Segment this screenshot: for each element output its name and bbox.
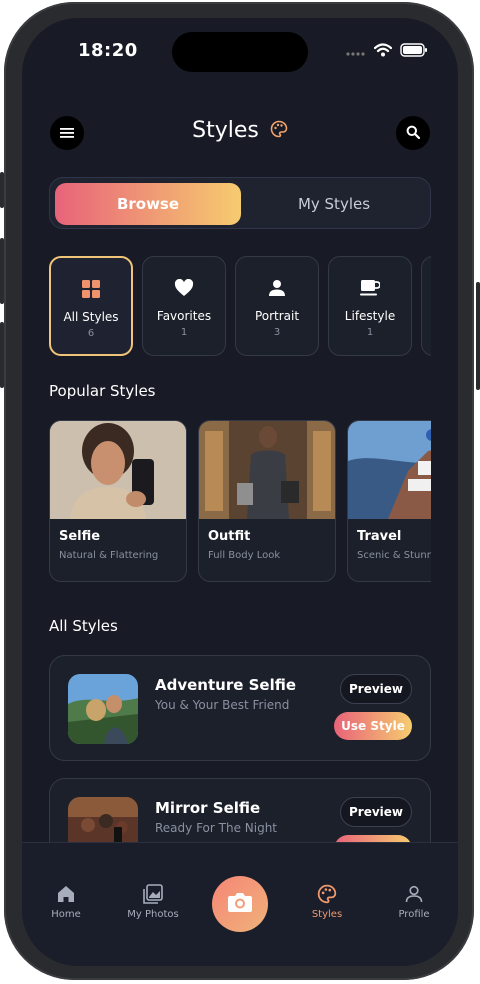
camera-icon xyxy=(227,891,253,917)
popular-styles-carousel: Selfie Natural & Flattering Outfit Full … xyxy=(49,420,431,582)
travel-image xyxy=(348,421,431,519)
style-card-subtitle: You & Your Best Friend xyxy=(155,698,290,712)
search-icon xyxy=(406,124,421,143)
mute-switch xyxy=(0,172,4,208)
style-card-title: Adventure Selfie xyxy=(155,676,297,694)
popular-card-title: Selfie xyxy=(59,529,101,544)
category-favorites[interactable]: Favorites 1 xyxy=(142,256,226,356)
volume-down-button xyxy=(0,322,4,388)
tab-home[interactable]: Home xyxy=(31,883,101,920)
category-label: Favorites xyxy=(156,309,212,323)
tab-browse[interactable]: Browse xyxy=(55,183,241,225)
tab-label: Profile xyxy=(398,909,430,920)
category-count: 6 xyxy=(87,328,95,339)
grid-icon xyxy=(51,276,131,302)
popular-card-selfie[interactable]: Selfie Natural & Flattering xyxy=(49,420,187,582)
person-icon xyxy=(379,883,449,905)
tab-my-styles[interactable]: My Styles xyxy=(241,183,427,225)
app-screen: 18:20 Styles Browse My Styles All Styles… xyxy=(22,18,458,966)
bottom-tab-bar: Home My Photos Styles Profile xyxy=(22,842,458,966)
category-count: 1 xyxy=(366,327,374,338)
adventure-selfie-thumbnail xyxy=(68,674,138,744)
page-title: Styles xyxy=(192,118,259,143)
all-styles-heading: All Styles xyxy=(49,617,118,635)
signal-icon xyxy=(346,42,366,61)
style-card-adventure-selfie[interactable]: Adventure Selfie You & Your Best Friend … xyxy=(49,655,431,761)
category-label: Portrait xyxy=(254,309,300,323)
status-time: 18:20 xyxy=(78,40,138,61)
category-portrait[interactable]: Portrait 3 xyxy=(235,256,319,356)
status-indicators xyxy=(346,42,428,61)
popular-card-title: Outfit xyxy=(208,529,251,544)
palette-icon xyxy=(270,119,288,144)
volume-up-button xyxy=(0,238,4,304)
preview-button[interactable]: Preview xyxy=(340,797,412,827)
wifi-icon xyxy=(373,42,393,61)
photos-icon xyxy=(118,883,188,905)
dynamic-island xyxy=(172,32,308,72)
tab-label: Home xyxy=(51,909,81,920)
palette-icon xyxy=(292,883,362,905)
page-title-wrap: Styles xyxy=(22,118,458,144)
use-style-button[interactable]: Use Style xyxy=(334,712,412,740)
category-label: Lifestyle xyxy=(344,309,396,323)
tab-label: Styles xyxy=(311,909,343,920)
category-all-styles[interactable]: All Styles 6 xyxy=(49,256,133,356)
preview-button[interactable]: Preview xyxy=(340,674,412,704)
heart-icon xyxy=(143,275,225,301)
style-card-subtitle: Ready For The Night xyxy=(155,821,278,835)
popular-card-subtitle: Natural & Flattering xyxy=(59,550,159,561)
camera-button[interactable] xyxy=(212,876,268,932)
style-card-title: Mirror Selfie xyxy=(155,799,261,817)
outfit-image xyxy=(199,421,335,519)
tab-profile[interactable]: Profile xyxy=(379,883,449,920)
category-label: All Styles xyxy=(63,310,119,324)
person-icon xyxy=(236,275,318,301)
popular-card-title: Travel xyxy=(357,529,402,544)
category-lifestyle[interactable]: Lifestyle 1 xyxy=(328,256,412,356)
tab-my-photos[interactable]: My Photos xyxy=(118,883,188,920)
category-count: 3 xyxy=(273,327,281,338)
selfie-image xyxy=(50,421,186,519)
category-count: 1 xyxy=(180,327,188,338)
view-toggle: Browse My Styles xyxy=(49,177,431,229)
search-button[interactable] xyxy=(396,116,430,150)
category-chips: All Styles 6 Favorites 1 Portrait 3 Life… xyxy=(49,256,431,356)
popular-card-outfit[interactable]: Outfit Full Body Look xyxy=(198,420,336,582)
tab-styles[interactable]: Styles xyxy=(292,883,362,920)
popular-card-subtitle: Full Body Look xyxy=(208,550,281,561)
category-more[interactable] xyxy=(421,256,431,356)
popular-card-travel[interactable]: Travel Scenic & Stunning xyxy=(347,420,431,582)
power-button xyxy=(476,282,480,390)
tab-label: My Photos xyxy=(127,909,179,920)
home-icon xyxy=(31,883,101,905)
battery-icon xyxy=(400,42,428,61)
coffee-cup-icon xyxy=(329,275,411,301)
popular-card-subtitle: Scenic & Stunning xyxy=(357,550,431,561)
popular-styles-heading: Popular Styles xyxy=(49,382,156,400)
